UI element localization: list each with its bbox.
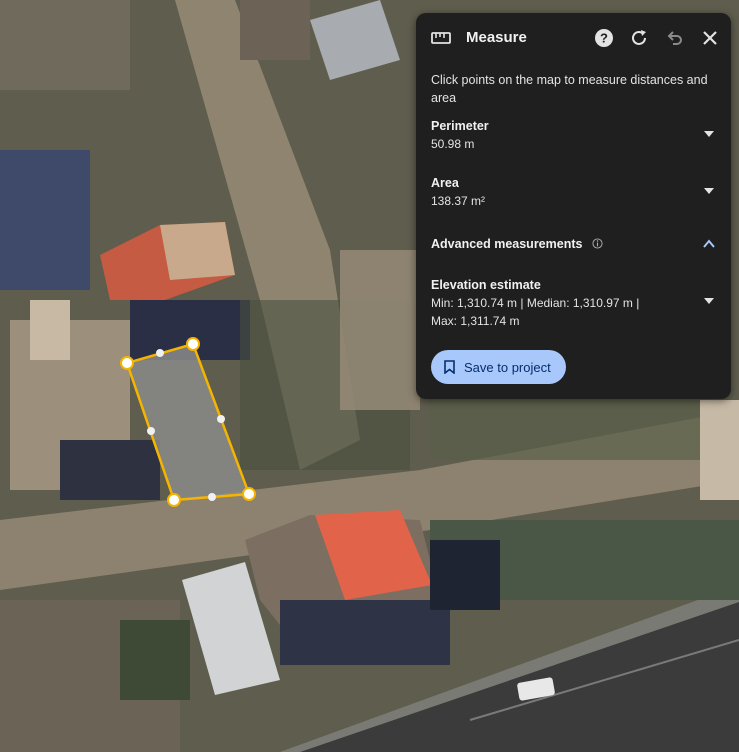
advanced-measurements-toggle[interactable]: Advanced measurements bbox=[431, 235, 716, 253]
perimeter-value: 50.98 m bbox=[431, 137, 475, 151]
close-button[interactable] bbox=[699, 27, 721, 49]
undo-button[interactable] bbox=[664, 27, 686, 49]
help-button[interactable]: ? bbox=[593, 27, 615, 49]
chevron-down-icon[interactable] bbox=[702, 184, 716, 198]
svg-text:?: ? bbox=[600, 31, 608, 46]
elevation-line2: Max: 1,311.74 m bbox=[431, 314, 520, 328]
refresh-button[interactable] bbox=[628, 27, 650, 49]
perimeter-label: Perimeter bbox=[431, 119, 489, 133]
elevation-section[interactable]: Elevation estimate Min: 1,310.74 m | Med… bbox=[431, 276, 716, 330]
panel-header: Measure ? bbox=[416, 13, 731, 63]
area-section[interactable]: Area 138.37 m² bbox=[431, 174, 716, 210]
elevation-line1: Min: 1,310.74 m | Median: 1,310.97 m | bbox=[431, 296, 640, 310]
help-icon: ? bbox=[595, 29, 613, 47]
instructions-text: Click points on the map to measure dista… bbox=[431, 73, 708, 105]
refresh-icon bbox=[632, 30, 646, 45]
area-label: Area bbox=[431, 176, 459, 190]
save-to-project-label: Save to project bbox=[464, 360, 551, 375]
info-icon[interactable] bbox=[592, 238, 603, 249]
panel-title: Measure bbox=[466, 29, 527, 46]
advanced-measurements-label: Advanced measurements bbox=[431, 237, 583, 251]
area-value: 138.37 m² bbox=[431, 194, 486, 208]
save-to-project-button[interactable]: Save to project bbox=[431, 350, 566, 384]
undo-icon bbox=[667, 31, 682, 45]
perimeter-section[interactable]: Perimeter 50.98 m bbox=[431, 117, 716, 153]
chevron-down-icon[interactable] bbox=[702, 294, 716, 308]
close-icon bbox=[703, 31, 717, 45]
bookmark-icon bbox=[444, 360, 455, 374]
chevron-down-icon[interactable] bbox=[702, 127, 716, 141]
ruler-icon bbox=[431, 32, 451, 44]
measure-panel: Measure ? Click points on the map to mea… bbox=[416, 13, 731, 399]
elevation-label: Elevation estimate bbox=[431, 278, 541, 292]
chevron-up-icon[interactable] bbox=[702, 237, 716, 251]
